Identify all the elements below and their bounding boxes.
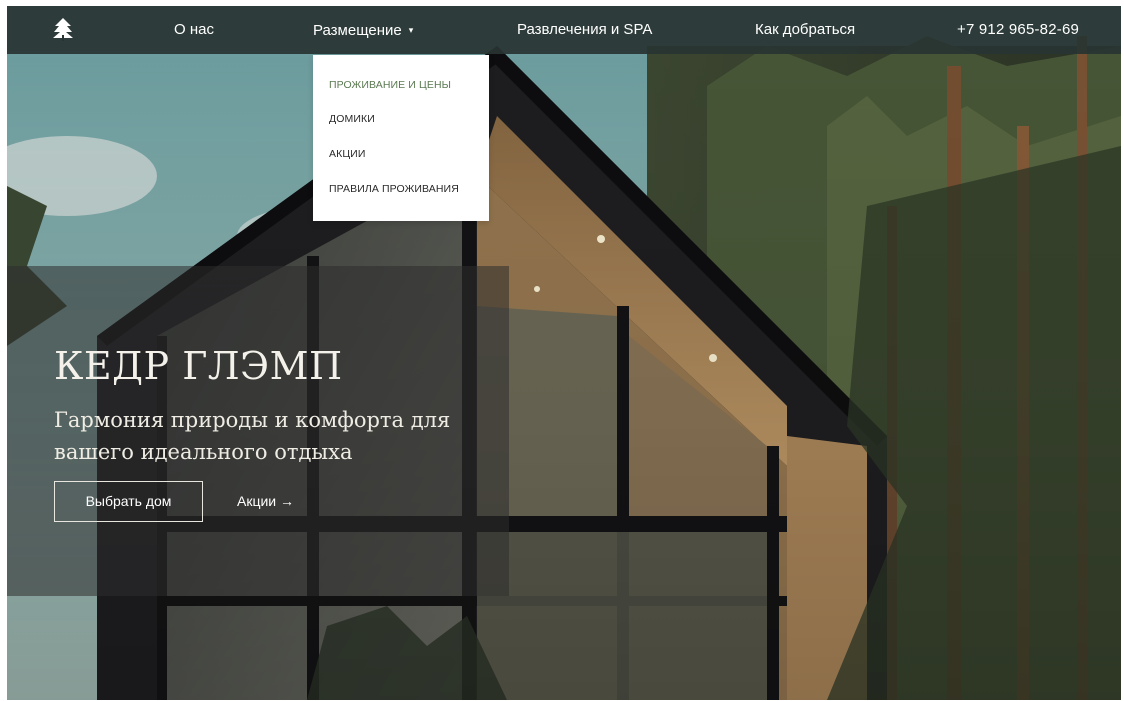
accommodation-dropdown: ПРОЖИВАНИЕ И ЦЕНЫ ДОМИКИ АКЦИИ ПРАВИЛА П…: [313, 55, 489, 221]
promotions-link[interactable]: Акции →: [237, 481, 294, 522]
page: О нас Размещение ▾ Развлечения и SPA Как …: [0, 0, 1124, 701]
dropdown-item-prices[interactable]: ПРОЖИВАНИЕ И ЦЕНЫ: [329, 79, 451, 91]
pine-tree-icon[interactable]: [51, 17, 75, 41]
hero-title: КЕДР ГЛЭМП: [54, 344, 343, 388]
dropdown-item-promotions[interactable]: АКЦИИ: [329, 148, 365, 160]
nav-directions-link[interactable]: Как добраться: [755, 6, 855, 54]
nav-entertainment-link[interactable]: Развлечения и SPA: [517, 6, 652, 54]
top-navbar: О нас Размещение ▾ Развлечения и SPA Как …: [7, 6, 1121, 54]
dropdown-item-houses[interactable]: ДОМИКИ: [329, 113, 375, 125]
nav-about-link[interactable]: О нас: [174, 6, 214, 54]
nav-accommodation-link[interactable]: Размещение ▾: [313, 6, 413, 54]
dropdown-item-rules[interactable]: ПРАВИЛА ПРОЖИВАНИЯ: [329, 183, 459, 195]
chevron-down-icon: ▾: [408, 25, 414, 35]
phone-link[interactable]: +7 912 965-82-69: [957, 6, 1079, 54]
hero-subtitle: Гармония природы и комфорта для вашего и…: [54, 408, 451, 464]
choose-house-button[interactable]: Выбрать дом: [54, 481, 203, 522]
hero-section: О нас Размещение ▾ Развлечения и SPA Как …: [7, 6, 1121, 700]
nav-accommodation-label: Размещение: [313, 22, 402, 39]
